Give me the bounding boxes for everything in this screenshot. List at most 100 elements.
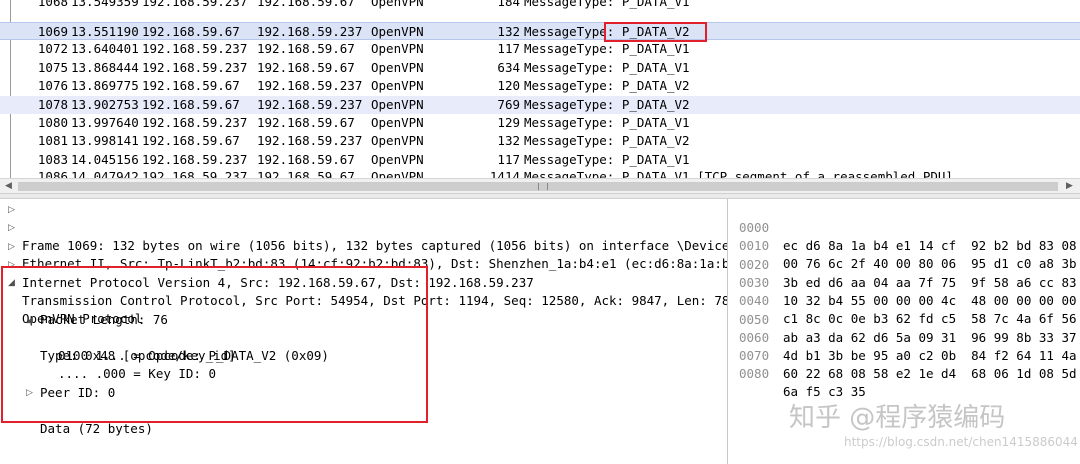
hex-bytes: ab a3 da 62 d6 5a 09 31 96 99 8b 33 37 0 <box>783 329 1080 345</box>
packet-destination: 192.168.59.237 <box>257 78 363 94</box>
packet-source: 192.168.59.237 <box>142 115 248 130</box>
packet-info: MessageType: P_DATA_V1 <box>524 0 690 9</box>
hex-bytes: 60 22 68 08 58 e2 1e d4 68 06 1d 08 5d 1 <box>783 366 1080 382</box>
packet-source: 192.168.59.237 <box>142 59 248 75</box>
packet-protocol: OpenVPN <box>371 41 424 57</box>
packet-row[interactable]: 1080 13.997640 192.168.59.237 192.168.59… <box>0 114 1080 132</box>
packet-row-1086[interactable]: 1086 14.047942 192.168.59.237 192.168.59… <box>0 168 1080 178</box>
hex-row[interactable]: 0020 3b ed d6 aa 04 aa 7f 75 9f 58 a6 cc… <box>729 238 1077 290</box>
packet-info: MessageType: P_DATA_V1 <box>524 59 690 75</box>
packet-time: 13.868444 <box>71 59 139 75</box>
packet-time: 13.869775 <box>71 78 139 94</box>
packet-row[interactable]: 1072 13.640401 192.168.59.237 192.168.59… <box>0 40 1080 58</box>
packet-source: 192.168.59.67 <box>142 24 240 39</box>
packet-source: 192.168.59.237 <box>142 0 248 9</box>
packet-row[interactable]: 1076 13.869775 192.168.59.67 192.168.59.… <box>0 77 1080 95</box>
detail-frame[interactable]: ▷ Frame 1069: 132 bytes on wire (1056 bi… <box>0 201 727 253</box>
packet-source: 192.168.59.237 <box>142 151 248 167</box>
packet-no: 1072 <box>37 41 68 57</box>
detail-ip[interactable]: ▷ Internet Protocol Version 4, Src: 192.… <box>0 238 534 290</box>
hex-offset: 0080 <box>739 366 770 382</box>
packet-protocol: OpenVPN <box>371 133 424 149</box>
packet-source: 192.168.59.237 <box>142 169 248 178</box>
packet-time: 13.902753 <box>71 96 139 112</box>
packet-row[interactable]: 1078 13.902753 192.168.59.67 192.168.59.… <box>0 95 1080 114</box>
hex-row[interactable]: 0080 6a f5 c3 35 <box>729 347 866 399</box>
packet-row[interactable]: 1081 13.998141 192.168.59.67 192.168.59.… <box>0 132 1080 150</box>
packet-time: 14.047942 <box>71 169 139 178</box>
packet-time: 13.997640 <box>71 115 139 130</box>
packet-row[interactable]: 1075 13.868444 192.168.59.237 192.168.59… <box>0 59 1080 77</box>
packet-destination: 192.168.59.67 <box>257 59 355 75</box>
packet-protocol: OpenVPN <box>371 96 424 112</box>
packet-time: 14.045156 <box>71 151 139 167</box>
packet-no: 1078 <box>37 96 68 112</box>
hex-row[interactable]: 0010 00 76 6c 2f 40 00 80 06 95 d1 c0 a8… <box>729 219 1077 271</box>
packet-details-pane[interactable]: ▷ Frame 1069: 132 bytes on wire (1056 bi… <box>0 199 728 464</box>
packet-protocol: OpenVPN <box>371 24 424 39</box>
packet-protocol: OpenVPN <box>371 169 424 178</box>
packet-length: 117 <box>497 151 520 167</box>
hex-bytes: c1 8c 0c 0e b3 62 fd c5 58 7c 4a 6f 56 a <box>783 311 1080 327</box>
watermark-url: https://blog.csdn.net/chen1415886044 <box>844 435 1078 449</box>
packet-no: 1086 <box>37 169 68 178</box>
packet-source: 192.168.59.67 <box>142 78 240 94</box>
hex-row[interactable]: 0030 10 32 b4 55 00 00 00 4c 48 00 00 00… <box>729 256 1077 308</box>
packet-row-selected[interactable]: 1069 13.551190 192.168.59.67 192.168.59.… <box>0 22 1080 41</box>
packet-protocol: OpenVPN <box>371 0 424 9</box>
horizontal-scrollbar[interactable]: ◀ ▶ <box>0 178 1080 193</box>
packet-list[interactable]: 1068 13.549359 192.168.59.237 192.168.59… <box>0 0 1080 178</box>
annotation-highlight-box <box>604 22 707 42</box>
scrollbar-thumb[interactable] <box>18 182 1058 191</box>
packet-no: 1083 <box>37 151 68 167</box>
packet-no: 1075 <box>37 59 68 75</box>
packet-length: 184 <box>497 0 520 9</box>
packet-destination: 192.168.59.237 <box>257 24 363 39</box>
packet-no: 1069 <box>37 24 68 39</box>
expand-arrow-icon[interactable]: ▷ <box>8 219 15 237</box>
detail-ethernet[interactable]: ▷ Ethernet II, Src: Tp-LinkT_b2:bd:83 (1… <box>0 219 727 271</box>
packet-length: 1414 <box>489 169 520 178</box>
packet-no: 1080 <box>37 115 68 130</box>
packet-destination: 192.168.59.67 <box>257 151 355 167</box>
packet-info: MessageType: P_DATA_V1 [TCP segment of a… <box>524 169 953 178</box>
packet-protocol: OpenVPN <box>371 78 424 94</box>
packet-protocol: OpenVPN <box>371 115 424 130</box>
hex-row[interactable]: 0060 4d b1 3b be 95 a0 c2 0b 84 f2 64 11… <box>729 311 1077 363</box>
hex-dump-pane[interactable]: 0000 ec d6 8a 1a b4 e1 14 cf 92 b2 bd 83… <box>729 199 1080 464</box>
hex-bytes: ec d6 8a 1a b4 e1 14 cf 92 b2 bd 83 08 0 <box>783 238 1080 253</box>
packet-info: MessageType: P_DATA_V2 <box>524 133 690 149</box>
packet-length: 132 <box>497 133 520 149</box>
hex-bytes: 00 76 6c 2f 40 00 80 06 95 d1 c0 a8 3b 4 <box>783 256 1080 272</box>
packet-no: 1068 <box>37 0 68 9</box>
scroll-left-arrow-icon[interactable]: ◀ <box>5 181 12 191</box>
detail-frame-text: Frame 1069: 132 bytes on wire (1056 bits… <box>22 238 728 253</box>
scroll-right-arrow-icon[interactable]: ▶ <box>1066 181 1073 191</box>
hex-row[interactable]: 0000 ec d6 8a 1a b4 e1 14 cf 92 b2 bd 83… <box>729 201 1077 253</box>
packet-info: MessageType: P_DATA_V1 <box>524 41 690 57</box>
annotation-highlight-box <box>1 266 428 423</box>
packet-length: 117 <box>497 41 520 57</box>
packet-time: 13.551190 <box>71 24 139 39</box>
expand-arrow-icon[interactable]: ▷ <box>8 201 15 219</box>
packet-source: 192.168.59.67 <box>142 96 240 112</box>
packet-destination: 192.168.59.237 <box>257 96 363 112</box>
packet-row[interactable]: 1083 14.045156 192.168.59.237 192.168.59… <box>0 151 1080 169</box>
packet-destination: 192.168.59.67 <box>257 41 355 57</box>
packet-info: MessageType: P_DATA_V2 <box>524 96 690 112</box>
packet-info: MessageType: P_DATA_V1 <box>524 115 690 130</box>
packet-protocol: OpenVPN <box>371 59 424 75</box>
packet-destination: 192.168.59.67 <box>257 115 355 130</box>
hex-row[interactable]: 0070 60 22 68 08 58 e2 1e d4 68 06 1d 08… <box>729 329 1077 381</box>
packet-info: MessageType: P_DATA_V1 <box>524 151 690 167</box>
packet-destination: 192.168.59.67 <box>257 169 355 178</box>
packet-row-1068[interactable]: 1068 13.549359 192.168.59.237 192.168.59… <box>0 0 1080 11</box>
scrollbar-grip <box>538 183 548 190</box>
expand-arrow-icon[interactable]: ▷ <box>8 238 15 256</box>
packet-protocol: OpenVPN <box>371 151 424 167</box>
packet-source: 192.168.59.67 <box>142 133 240 149</box>
hex-row[interactable]: 0050 ab a3 da 62 d6 5a 09 31 96 99 8b 33… <box>729 293 1077 345</box>
packet-info: MessageType: P_DATA_V2 <box>524 78 690 94</box>
hex-row[interactable]: 0040 c1 8c 0c 0e b3 62 fd c5 58 7c 4a 6f… <box>729 274 1077 326</box>
packet-no: 1076 <box>37 78 68 94</box>
